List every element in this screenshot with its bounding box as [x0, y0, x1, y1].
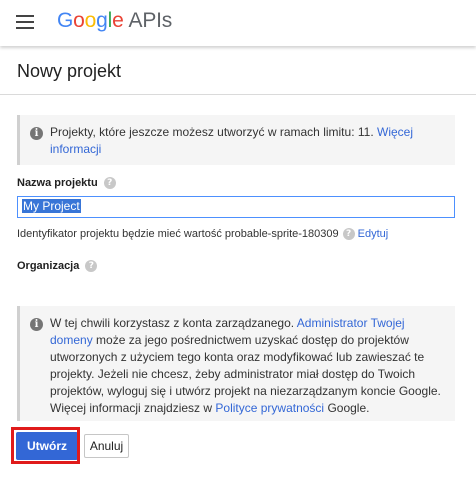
google-apis-logo[interactable]: Google APIs [57, 9, 172, 33]
help-icon[interactable]: ? [103, 177, 116, 190]
create-button[interactable]: Utwórz [16, 432, 78, 460]
project-name-value: My Project [22, 199, 81, 213]
project-name-label: Nazwa projektu? [17, 177, 116, 190]
top-app-bar: Google APIs [0, 0, 476, 46]
quota-notice-text: Projekty, które jeszcze możesz utworzyć … [50, 125, 414, 156]
edit-id-link[interactable]: Edytuj [358, 228, 389, 240]
quota-notice: i Projekty, które jeszcze możesz utworzy… [17, 115, 455, 165]
info-icon: i [30, 318, 43, 331]
managed-account-notice: i W tej chwili korzystasz z konta zarząd… [17, 306, 455, 421]
help-icon[interactable]: ? [85, 260, 98, 273]
help-icon[interactable]: ? [342, 228, 355, 241]
menu-icon[interactable] [16, 15, 34, 29]
organization-label: Organizacja? [17, 260, 98, 273]
managed-account-text: W tej chwili korzystasz z konta zarządza… [50, 316, 441, 415]
project-name-input[interactable]: My Project [17, 196, 455, 218]
cancel-button[interactable]: Anuluj [84, 434, 129, 458]
project-id-line: Identyfikator projektu będzie mieć warto… [17, 228, 389, 241]
info-icon: i [30, 127, 43, 140]
privacy-policy-link[interactable]: Polityce prywatności [215, 401, 324, 415]
page-title: Nowy projekt [17, 61, 122, 81]
page-header: Nowy projekt [0, 46, 476, 95]
